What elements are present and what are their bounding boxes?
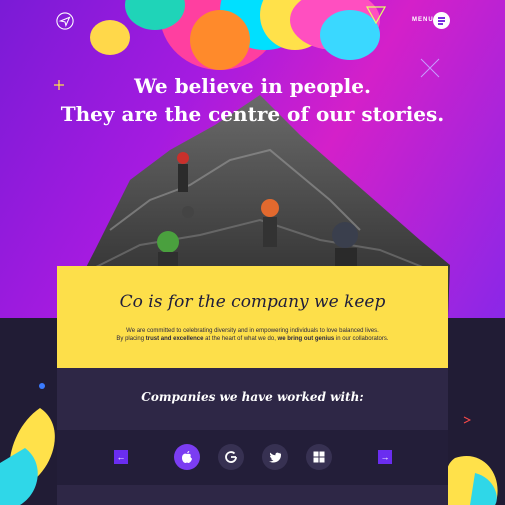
prev-arrow-button[interactable]: ←: [114, 450, 128, 464]
twitter-icon[interactable]: [262, 444, 288, 470]
apple-icon[interactable]: [174, 444, 200, 470]
card-text-line-1: We are committed to celebrating diversit…: [126, 328, 379, 334]
mission-card: Co is for the company we keep We are com…: [57, 266, 448, 368]
google-icon[interactable]: [218, 444, 244, 470]
next-arrow-button[interactable]: →: [378, 450, 392, 464]
card-text: We are committed to celebrating diversit…: [57, 327, 448, 343]
arrow-decoration: [463, 416, 471, 424]
companies-carousel: ← →: [57, 430, 448, 485]
card-title: Co is for the company we keep: [119, 292, 386, 312]
right-decoration: [445, 456, 498, 505]
lower-panel: [57, 485, 448, 505]
left-decoration: [0, 383, 55, 505]
windows-icon[interactable]: [306, 444, 332, 470]
hero-line-2: They are the centre of our stories.: [60, 102, 445, 126]
companies-header: Companies we have worked with:: [57, 368, 448, 430]
companies-title: Companies we have worked with:: [141, 390, 364, 404]
hero-line-1: We believe in people.: [134, 74, 371, 98]
card-text-line-2: By placing trust and excellence at the h…: [116, 336, 389, 342]
